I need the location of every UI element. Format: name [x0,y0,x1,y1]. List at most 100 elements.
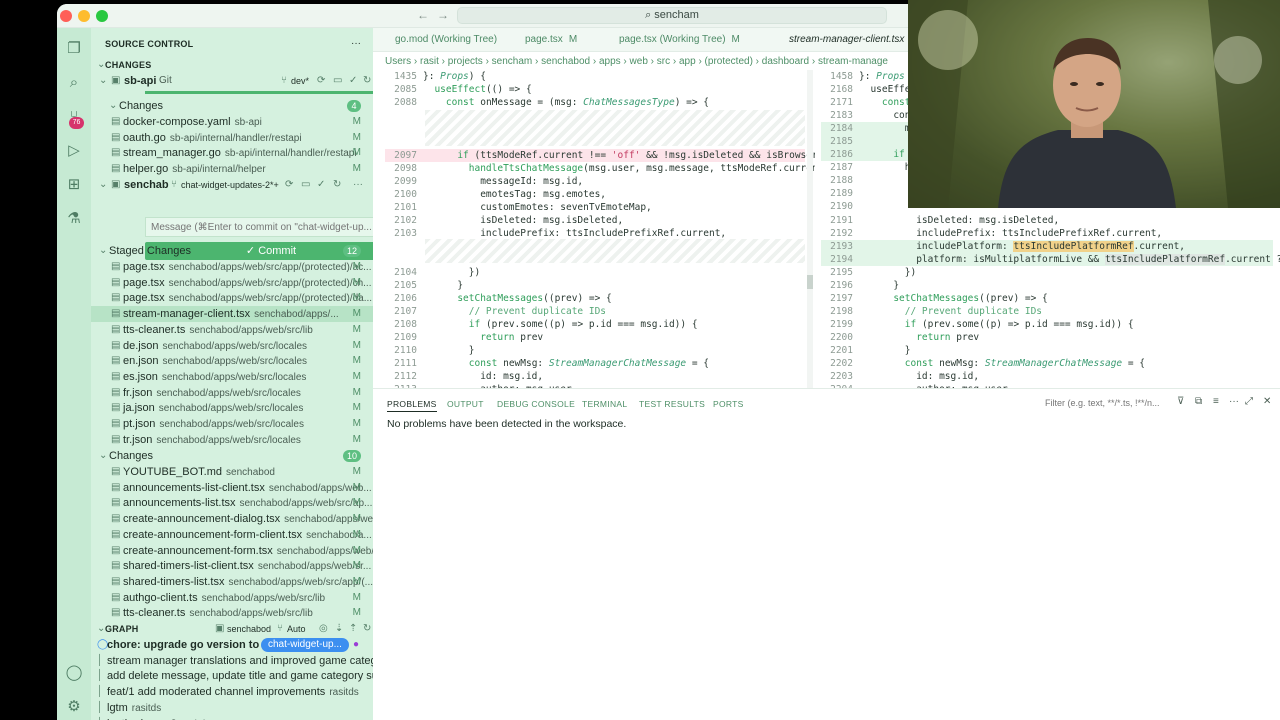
left-scrollbar[interactable] [807,70,813,388]
code-line[interactable]: 2198 // Prevent duplicate IDs [821,305,1273,318]
code-line[interactable]: 2111 const newMsg: StreamManagerChatMess… [385,357,805,370]
code-line[interactable]: 1435}: Props) { [385,70,805,83]
file-row[interactable]: ▤ helper.go sb-api/internal/helper M [91,161,373,177]
graph-mode[interactable]: Auto [287,621,306,637]
file-row[interactable]: ▤ docker-compose.yaml sb-api M [91,114,373,130]
panel-tab[interactable]: PROBLEMS [387,399,437,412]
editor-tab[interactable]: stream-manager-client.tsx [789,28,904,52]
file-row[interactable]: ▤ shared-timers-list.tsx senchabod/apps/we… [91,574,373,590]
check-icon[interactable]: ✓ [317,177,325,193]
file-row[interactable]: ▤ stream_manager.go sb-api/internal/handle… [91,145,373,161]
filter-icon[interactable]: ⊽ [1177,396,1184,407]
command-center-search[interactable]: ⌕ sencham [457,7,887,24]
repo-row-sb-api[interactable]: ⌄ ▣ sb-api Git ⑂ dev* ⟳ ▭ ✓ ↻ [91,73,373,89]
maximize-window-button[interactable] [96,10,108,22]
file-row[interactable]: ▤ create-announcement-form.tsx senchabod/a… [91,543,373,559]
graph-row[interactable]: │ lgtm rasitds [91,700,373,716]
graph-row[interactable]: ◯ chore: upgrade go version to 1... chat-w… [91,637,373,653]
code-line[interactable]: 2097 if (ttsModeRef.current !== 'off' &&… [385,149,815,162]
code-line[interactable]: 2085 useEffect(() => { [385,83,805,96]
comment-icon[interactable]: ▭ [301,177,310,193]
code-line[interactable]: 2088 const onMessage = (msg: ChatMessage… [385,96,805,109]
close-window-button[interactable] [60,10,72,22]
target-icon[interactable]: ◎ [319,621,328,637]
close-panel-icon[interactable]: ✕ [1263,396,1271,407]
code-line[interactable]: 2102 isDeleted: msg.isDeleted, [385,214,805,227]
arrow-right-icon[interactable]: → [437,8,449,22]
graph-row[interactable]: │ feat/1 add moderated channel improvemen… [91,684,373,700]
sync-icon[interactable]: ⟳ [285,177,293,193]
file-row[interactable]: ▤ page.tsx senchabod/apps/web/src/app/(pro… [91,259,373,275]
code-line[interactable]: 2196 } [821,279,1273,292]
file-row[interactable]: ▤ de.json senchabod/apps/web/src/locales M [91,338,373,354]
more-icon[interactable]: ··· [353,177,363,193]
file-row[interactable]: ▤ authgo-client.ts senchabod/apps/web/src/… [91,590,373,606]
graph-repo[interactable]: senchabod [227,621,271,637]
testing-icon[interactable]: ⚗ [63,208,85,230]
repo-row-senchab[interactable]: ⌄ ▣ senchab ⑂ chat-widget-updates-2*+ ⟳ … [91,177,373,193]
left-scroll-thumb[interactable] [807,275,813,289]
file-row[interactable]: ▤ tr.json senchabod/apps/web/src/locales M [91,432,373,448]
file-row[interactable]: ▤ stream-manager-client.tsx senchabod/apps… [91,306,373,323]
graph-row[interactable]: │ stream manager translations and improve… [91,653,373,669]
code-line[interactable]: 2192 includePrefix: ttsIncludePrefixRef.… [821,227,1273,240]
file-row[interactable]: ▤ YOUTUBE_BOT.md senchabod M [91,464,373,480]
panel-tab[interactable]: DEBUG CONSOLE [497,399,575,409]
code-line[interactable]: 2099 messageId: msg.id, [385,175,805,188]
file-row[interactable]: ▤ page.tsx senchabod/apps/web/src/app/(pro… [91,275,373,291]
file-row[interactable]: ▤ es.json senchabod/apps/web/src/locales M [91,369,373,385]
file-row[interactable]: ▤ pt.json senchabod/apps/web/src/locales M [91,416,373,432]
file-row[interactable]: ▤ create-announcement-dialog.tsx senchabod… [91,511,373,527]
comment-icon[interactable]: ▭ [333,73,342,89]
commit-message-input[interactable] [145,217,373,237]
changes2-group[interactable]: ⌄ Changes 10 [91,448,373,464]
code-line[interactable]: 2193 includePlatform: ttsIncludePlatform… [821,240,1273,253]
explorer-icon[interactable]: ❐ [63,38,85,60]
repo-branch[interactable]: chat-widget-updates-2*+ [181,177,279,193]
code-line[interactable]: 2109 return prev [385,331,805,344]
file-row[interactable]: ▤ announcements-list-client.tsx senchabod/… [91,480,373,496]
panel-tab[interactable]: TERMINAL [582,399,627,409]
account-icon[interactable]: ◯ [63,662,85,684]
file-row[interactable]: ▤ tts-cleaner.ts senchabod/apps/web/src/li… [91,605,373,621]
settings-gear-icon[interactable]: ⚙ [63,696,85,718]
file-row[interactable]: ▤ tts-cleaner.ts senchabod/apps/web/src/li… [91,322,373,338]
check-icon[interactable]: ✓ [349,73,357,89]
code-line[interactable]: 2200 return prev [821,331,1273,344]
panel-tab[interactable]: PORTS [713,399,744,409]
arrow-left-icon[interactable]: ← [417,8,429,22]
file-row[interactable]: ▤ fr.json senchabod/apps/web/src/locales M [91,385,373,401]
code-line[interactable]: 2105 } [385,279,805,292]
editor-tab[interactable]: page.tsx M [525,28,577,52]
refresh-icon[interactable]: ↻ [363,621,371,637]
code-line[interactable]: 2112 id: msg.id, [385,370,805,383]
panel-tab[interactable]: OUTPUT [447,399,484,409]
more-icon[interactable]: ··· [1229,396,1239,407]
sync-icon[interactable]: ⟳ [317,73,325,89]
code-line[interactable]: 2202 const newMsg: StreamManagerChatMess… [821,357,1273,370]
file-row[interactable]: ▤ oauth.go sb-api/internal/handler/restapi… [91,130,373,146]
search-icon[interactable]: ⌕ [63,72,85,94]
diff-original-pane[interactable]: 1435}: Props) {2085 useEffect(() => {208… [385,70,815,388]
branch-tag[interactable]: chat-widget-up... [261,638,349,652]
file-row[interactable]: ▤ ja.json senchabod/apps/web/src/locales M [91,400,373,416]
problems-filter-input[interactable] [1045,396,1175,411]
code-line[interactable]: 2110 } [385,344,805,357]
file-row[interactable]: ▤ en.json senchabod/apps/web/src/locales M [91,353,373,369]
code-line[interactable]: 2106 setChatMessages((prev) => { [385,292,805,305]
editor-tab[interactable]: page.tsx (Working Tree) M [619,28,740,52]
extensions-icon[interactable]: ⊞ [63,174,85,196]
copy-icon[interactable]: ⧉ [1195,396,1202,407]
refresh-icon[interactable]: ↻ [363,73,371,89]
sidebar-more-button[interactable]: ··· [351,36,361,52]
maximize-panel-icon[interactable]: ⤢ [1245,396,1253,407]
editor-tab[interactable]: go.mod (Working Tree) [395,28,497,52]
graph-section-header[interactable]: ⌄ GRAPH ▣ senchabod ⑂ Auto ◎ ⇣ ⇡ ↻ [91,621,373,637]
changes-section-header[interactable]: ⌄ CHANGES [91,57,373,73]
fetch-icon[interactable]: ⇣ [335,621,343,637]
file-row[interactable]: ▤ shared-timers-list-client.tsx senchabod/… [91,558,373,574]
code-line[interactable]: 2098 handleTtsChatMessage(msg.user, msg.… [385,162,815,175]
repo1-changes-group[interactable]: ⌄ Changes 4 [91,98,373,114]
code-line[interactable]: 2197 setChatMessages((prev) => { [821,292,1273,305]
graph-row[interactable]: │ add delete message, update title and ga… [91,668,373,684]
